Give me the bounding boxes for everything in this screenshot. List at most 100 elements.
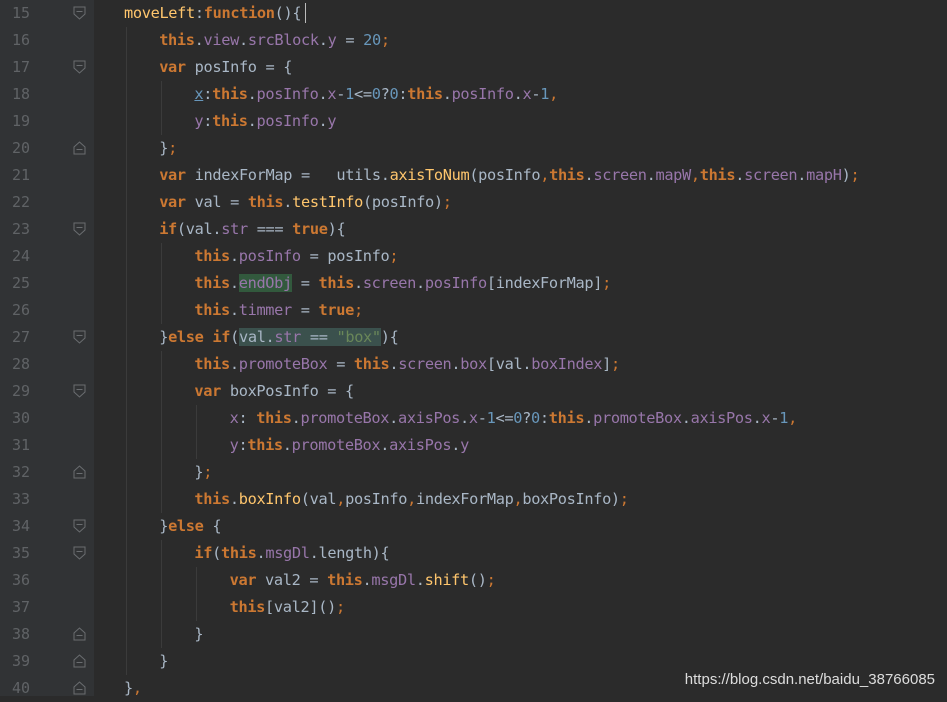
- code-line[interactable]: this[val2]();: [230, 594, 346, 621]
- fold-end-icon[interactable]: [73, 465, 86, 479]
- code-token: .: [229, 490, 239, 508]
- code-token: (): [468, 571, 487, 589]
- code-token: this: [247, 436, 283, 454]
- code-token: .: [735, 166, 745, 184]
- code-line[interactable]: if(this.msgDl.length){: [194, 540, 389, 567]
- code-token: posInfo: [424, 274, 487, 292]
- fold-collapse-icon[interactable]: [73, 60, 86, 74]
- line-number: 30: [11, 409, 30, 427]
- code-token: this: [247, 193, 284, 211]
- indent-guide: [126, 162, 127, 189]
- code-line[interactable]: var indexForMap = utils.axisToNum(posInf…: [159, 162, 860, 189]
- code-line[interactable]: this.promoteBox = this.screen.box[val.bo…: [194, 351, 620, 378]
- code-line[interactable]: x: this.promoteBox.axisPos.x-1<=0?0:this…: [230, 405, 798, 432]
- code-token: ;: [619, 490, 629, 508]
- code-line[interactable]: this.timmer = true;: [194, 297, 363, 324]
- code-token: this: [318, 274, 354, 292]
- fold-collapse-icon[interactable]: [73, 519, 86, 533]
- indent-guide: [196, 405, 198, 432]
- indent-guide: [126, 270, 127, 297]
- fold-collapse-icon[interactable]: [73, 6, 86, 20]
- code-line[interactable]: };: [194, 459, 212, 486]
- code-line[interactable]: }else {: [159, 513, 221, 540]
- code-line[interactable]: };: [159, 135, 177, 162]
- line-number: 35: [11, 544, 30, 562]
- code-line[interactable]: x:this.posInfo.x-1<=0?0:this.posInfo.x-1…: [194, 81, 558, 108]
- line-number: 20: [11, 139, 30, 157]
- code-line[interactable]: this.posInfo = posInfo;: [194, 243, 398, 270]
- code-token: 20: [363, 31, 381, 49]
- indent-guide: [161, 243, 163, 270]
- code-token: .: [229, 274, 239, 292]
- code-token: }: [194, 463, 204, 481]
- code-line[interactable]: var boxPosInfo = {: [194, 378, 354, 405]
- code-token: .: [194, 31, 204, 49]
- line-number: 39: [11, 652, 30, 670]
- code-token: promoteBox: [238, 355, 328, 373]
- code-token: .: [389, 409, 399, 427]
- code-token: length){: [318, 544, 390, 562]
- code-line[interactable]: var val2 = this.msgDl.shift();: [230, 567, 496, 594]
- code-token: axisPos: [690, 409, 753, 427]
- code-token: .: [451, 436, 461, 454]
- fold-end-icon[interactable]: [73, 681, 86, 695]
- code-line[interactable]: moveLeft:function(){: [124, 0, 302, 27]
- code-token: ;: [389, 247, 399, 265]
- code-token: ,: [540, 166, 550, 184]
- code-token: [val.: [486, 355, 532, 373]
- code-token: mapH: [806, 166, 842, 184]
- line-number: 38: [11, 625, 30, 643]
- fold-collapse-icon[interactable]: [73, 330, 86, 344]
- code-token: ,: [549, 85, 558, 103]
- line-number: 31: [11, 436, 30, 454]
- code-token: y: [194, 112, 204, 130]
- indent-guide: [196, 567, 198, 594]
- line-number: 18: [11, 85, 30, 103]
- fold-end-icon[interactable]: [73, 141, 86, 155]
- code-editor[interactable]: 15 16 17 18 19 20 21 22 23 24 25 26 27 28 29 30 31 32 33 34…: [0, 0, 947, 697]
- code-line[interactable]: var posInfo = {: [159, 54, 292, 81]
- code-line[interactable]: }: [194, 621, 203, 648]
- code-token: .: [460, 409, 469, 427]
- code-token: -: [770, 409, 780, 427]
- code-token: [val2](): [265, 598, 336, 616]
- code-token: (posInfo): [363, 193, 443, 211]
- code-line[interactable]: y:this.posInfo.y: [194, 108, 336, 135]
- code-token: <=: [354, 85, 372, 103]
- code-token: indexForMap = utils.: [185, 166, 390, 184]
- fold-end-icon[interactable]: [73, 654, 86, 668]
- code-token: x: [327, 85, 337, 103]
- code-token: axisToNum: [389, 166, 470, 184]
- code-token: 0: [371, 85, 381, 103]
- code-token: -: [336, 85, 346, 103]
- code-token: boxInfo: [238, 490, 301, 508]
- code-line[interactable]: }: [159, 648, 168, 675]
- code-line[interactable]: },: [124, 675, 142, 702]
- fold-collapse-icon[interactable]: [73, 546, 86, 560]
- code-token: :: [398, 85, 408, 103]
- code-token: this: [212, 85, 248, 103]
- code-token: this: [194, 355, 230, 373]
- code-line[interactable]: }else if(val.str == "box"){: [159, 324, 399, 351]
- fold-end-icon[interactable]: [73, 627, 86, 641]
- code-line[interactable]: if(val.str === true){: [159, 216, 345, 243]
- code-token: .: [442, 85, 452, 103]
- code-line[interactable]: y:this.promoteBox.axisPos.y: [230, 432, 470, 459]
- code-line[interactable]: this.endObj = this.screen.posInfo[indexF…: [194, 270, 611, 297]
- code-line[interactable]: this.view.srcBlock.y = 20;: [159, 27, 390, 54]
- code-line[interactable]: this.boxInfo(val,posInfo,indexForMap,box…: [194, 486, 629, 513]
- fold-collapse-icon[interactable]: [73, 384, 86, 398]
- code-area[interactable]: moveLeft:function(){this.view.srcBlock.y…: [94, 0, 947, 697]
- indent-guide: [126, 351, 127, 378]
- code-token: ){: [327, 220, 346, 238]
- code-token: else if: [168, 328, 231, 346]
- line-number: 26: [11, 301, 30, 319]
- code-token: true: [318, 301, 354, 319]
- code-token: var: [194, 382, 221, 400]
- line-number: 22: [11, 193, 30, 211]
- fold-collapse-icon[interactable]: [73, 222, 86, 236]
- code-line[interactable]: var val = this.testInfo(posInfo);: [159, 189, 452, 216]
- code-token: indexForMap: [415, 490, 514, 508]
- indent-guide: [161, 432, 163, 459]
- code-token: moveLeft: [124, 4, 195, 22]
